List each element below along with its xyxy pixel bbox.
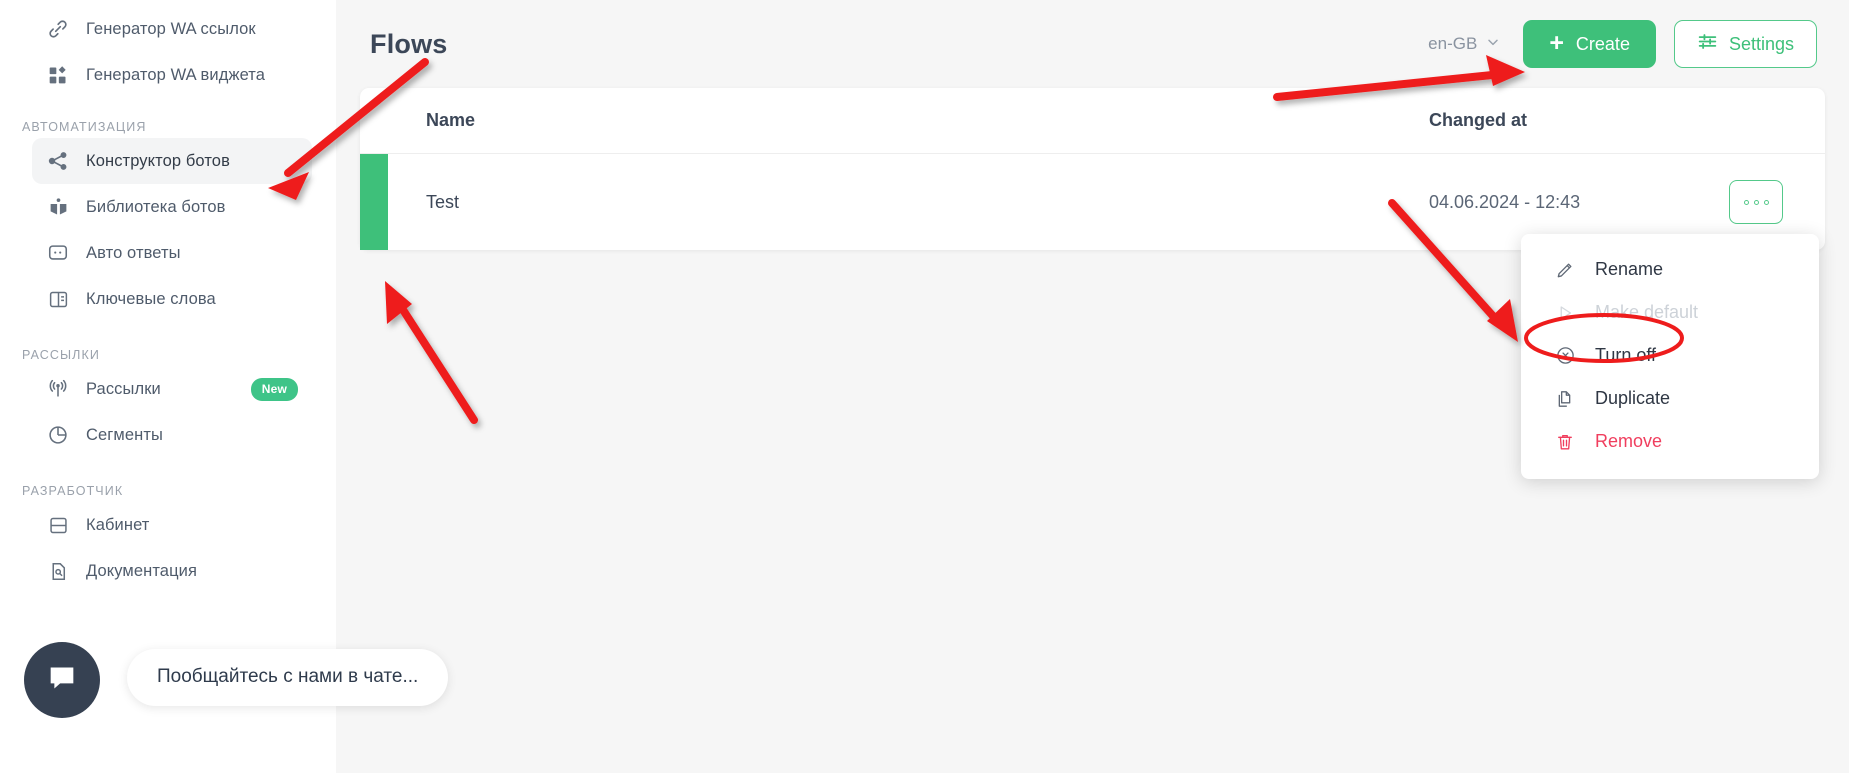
cabinet-icon <box>46 513 70 537</box>
sidebar-item-documentation[interactable]: Документация <box>32 548 312 594</box>
app-root: Генератор WA ссылок Генератор WA виджета… <box>0 0 1849 773</box>
sidebar-item-label: Генератор WA ссылок <box>86 19 256 38</box>
broadcast-icon <box>46 377 70 401</box>
sidebar-section-broadcasts: РАССЫЛКИ <box>22 348 100 362</box>
sidebar-item-bot-constructor[interactable]: Конструктор ботов <box>32 138 312 184</box>
context-menu-item-turn-off[interactable]: Turn off <box>1521 334 1819 377</box>
link-icon <box>46 17 70 41</box>
chat-widget-button[interactable] <box>24 642 100 718</box>
sidebar-item-label: Кабинет <box>86 515 150 534</box>
column-header-changed-at: Changed at <box>1429 110 1528 130</box>
sidebar-item-label: Конструктор ботов <box>86 151 230 170</box>
sidebar-item-label: Ключевые слова <box>86 289 216 308</box>
row-name: Test <box>426 191 460 212</box>
trash-icon <box>1553 430 1577 454</box>
chat-dots-icon <box>46 241 70 265</box>
circle-x-icon <box>1553 344 1577 368</box>
settings-button-label: Settings <box>1728 33 1794 54</box>
row-actions-cell <box>1729 180 1825 224</box>
sidebar-item-bot-library[interactable]: Библиотека ботов <box>32 184 312 230</box>
sidebar-item-auto-replies[interactable]: Авто ответы <box>32 230 312 276</box>
row-context-menu: Rename Make default Turn off Duplicate R… <box>1521 234 1819 479</box>
context-menu-item-label: Duplicate <box>1595 388 1671 408</box>
sidebar-item-label: Генератор WA виджета <box>86 65 266 84</box>
table-header-row: Name Changed at <box>360 88 1825 154</box>
pie-chart-icon <box>46 423 70 447</box>
status-badge-new: New <box>250 377 298 401</box>
header-actions: en-GB + Create Settings <box>1424 20 1817 68</box>
flows-table-card: Name Changed at Test 04.06.2024 - 12:43 <box>360 88 1825 479</box>
doc-search-icon <box>46 559 70 583</box>
share-nodes-icon <box>46 149 70 173</box>
sidebar-item-label: Документация <box>86 561 197 580</box>
context-menu-item-remove[interactable]: Remove <box>1521 420 1819 463</box>
context-menu-item-label: Rename <box>1595 259 1664 279</box>
book-icon <box>46 195 70 219</box>
chat-bubble-icon <box>45 661 79 700</box>
sidebar-item-segments[interactable]: Сегменты <box>32 412 312 458</box>
dot-icon <box>1743 199 1749 205</box>
create-button-label: Create <box>1575 33 1630 54</box>
pencil-icon <box>1553 258 1577 282</box>
sidebar-item-keywords[interactable]: Ключевые слова <box>32 276 312 322</box>
sidebar-item-wa-link-generator[interactable]: Генератор WA ссылок <box>32 6 312 52</box>
main-content: Flows en-GB + Create Settings Name Chang… <box>336 0 1849 773</box>
plus-icon: + <box>1549 28 1564 57</box>
context-menu-item-rename[interactable]: Rename <box>1521 248 1819 291</box>
context-menu-item-label: Remove <box>1595 431 1663 451</box>
chevron-down-icon <box>1485 34 1501 55</box>
sidebar-item-label: Библиотека ботов <box>86 197 226 216</box>
chat-widget-message[interactable]: Пообщайтесь с нами в чате... <box>127 649 449 706</box>
widget-grid-icon <box>46 63 70 87</box>
context-menu-item-duplicate[interactable]: Duplicate <box>1521 377 1819 420</box>
sidebar-section-developer: РАЗРАБОТЧИК <box>22 484 124 498</box>
dot-icon <box>1753 199 1759 205</box>
column-header-name: Name <box>426 110 476 130</box>
columns-icon <box>46 287 70 311</box>
sidebar-section-automation: АВТОМАТИЗАЦИЯ <box>22 120 147 134</box>
sidebar-item-label: Сегменты <box>86 425 163 444</box>
create-button[interactable]: + Create <box>1523 20 1656 68</box>
sidebar-item-cabinet[interactable]: Кабинет <box>32 502 312 548</box>
play-triangle-icon <box>1553 301 1577 325</box>
page-header: Flows en-GB + Create Settings <box>360 0 1825 88</box>
sidebar-item-label: Рассылки <box>86 379 161 398</box>
settings-button[interactable]: Settings <box>1673 20 1817 68</box>
row-status-stripe <box>360 154 388 250</box>
row-changed-at: 04.06.2024 - 12:43 <box>1429 191 1581 212</box>
copy-icon <box>1553 387 1577 411</box>
context-menu-item-label: Turn off <box>1595 345 1657 365</box>
language-value: en-GB <box>1428 34 1478 53</box>
page-title: Flows <box>370 28 448 59</box>
context-menu-item-make-default: Make default <box>1521 291 1819 334</box>
sliders-icon <box>1697 31 1718 57</box>
context-menu-item-label: Make default <box>1595 302 1699 322</box>
dot-icon <box>1763 199 1769 205</box>
sidebar-item-wa-widget-generator[interactable]: Генератор WA виджета <box>32 52 312 98</box>
row-more-actions-button[interactable] <box>1729 180 1783 224</box>
sidebar-item-label: Авто ответы <box>86 243 181 262</box>
sidebar-item-broadcasts[interactable]: Рассылки New <box>32 366 312 412</box>
language-selector[interactable]: en-GB <box>1424 28 1505 61</box>
